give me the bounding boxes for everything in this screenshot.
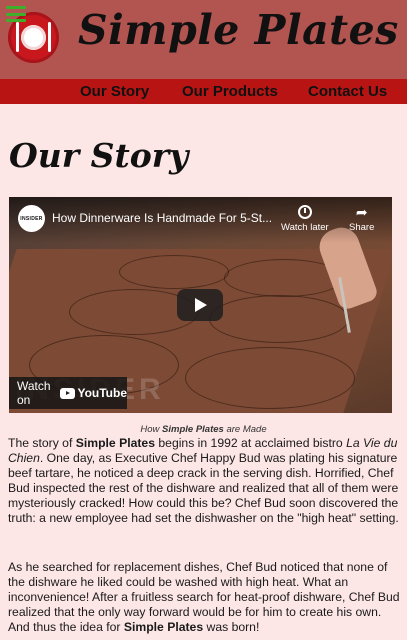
watch-on-youtube-button[interactable]: Watch on YouTube: [9, 377, 127, 409]
nav-our-products[interactable]: Our Products: [182, 83, 278, 100]
video-caption: How Simple Plates are Made: [140, 424, 267, 435]
nav-our-story[interactable]: Our Story: [80, 83, 149, 100]
story-paragraph-2: As he searched for replacement dishes, C…: [8, 560, 400, 634]
site-header: Simple Plates: [0, 0, 407, 79]
brand-name[interactable]: Simple Plates: [78, 6, 399, 54]
share-icon: ➦: [355, 204, 368, 220]
watch-on-label: Watch on: [17, 379, 51, 407]
plate-icon: [21, 25, 46, 50]
main-nav: Our Story Our Products Contact Us: [0, 79, 407, 104]
page-title: Our Story: [9, 136, 189, 175]
hamburger-menu-icon[interactable]: [6, 6, 26, 22]
video-title[interactable]: How Dinnerware Is Handmade For 5-St...: [52, 211, 278, 225]
watch-later-label: Watch later: [281, 222, 329, 233]
embedded-video[interactable]: INSIDER How Dinnerware Is Handmade For 5…: [9, 197, 392, 413]
nav-contact-us[interactable]: Contact Us: [308, 83, 387, 100]
share-button[interactable]: ➦ Share: [349, 205, 374, 233]
channel-avatar[interactable]: INSIDER: [18, 205, 45, 232]
clock-icon: [297, 205, 312, 219]
knife-icon: [48, 22, 51, 52]
story-paragraph-1: The story of Simple Plates begins in 199…: [8, 436, 399, 525]
fork-icon: [16, 22, 19, 52]
play-button[interactable]: [177, 289, 223, 321]
watch-later-button[interactable]: Watch later: [281, 205, 329, 233]
youtube-logo: YouTube: [60, 386, 127, 400]
youtube-play-icon: [60, 387, 76, 399]
share-label: Share: [349, 222, 375, 233]
